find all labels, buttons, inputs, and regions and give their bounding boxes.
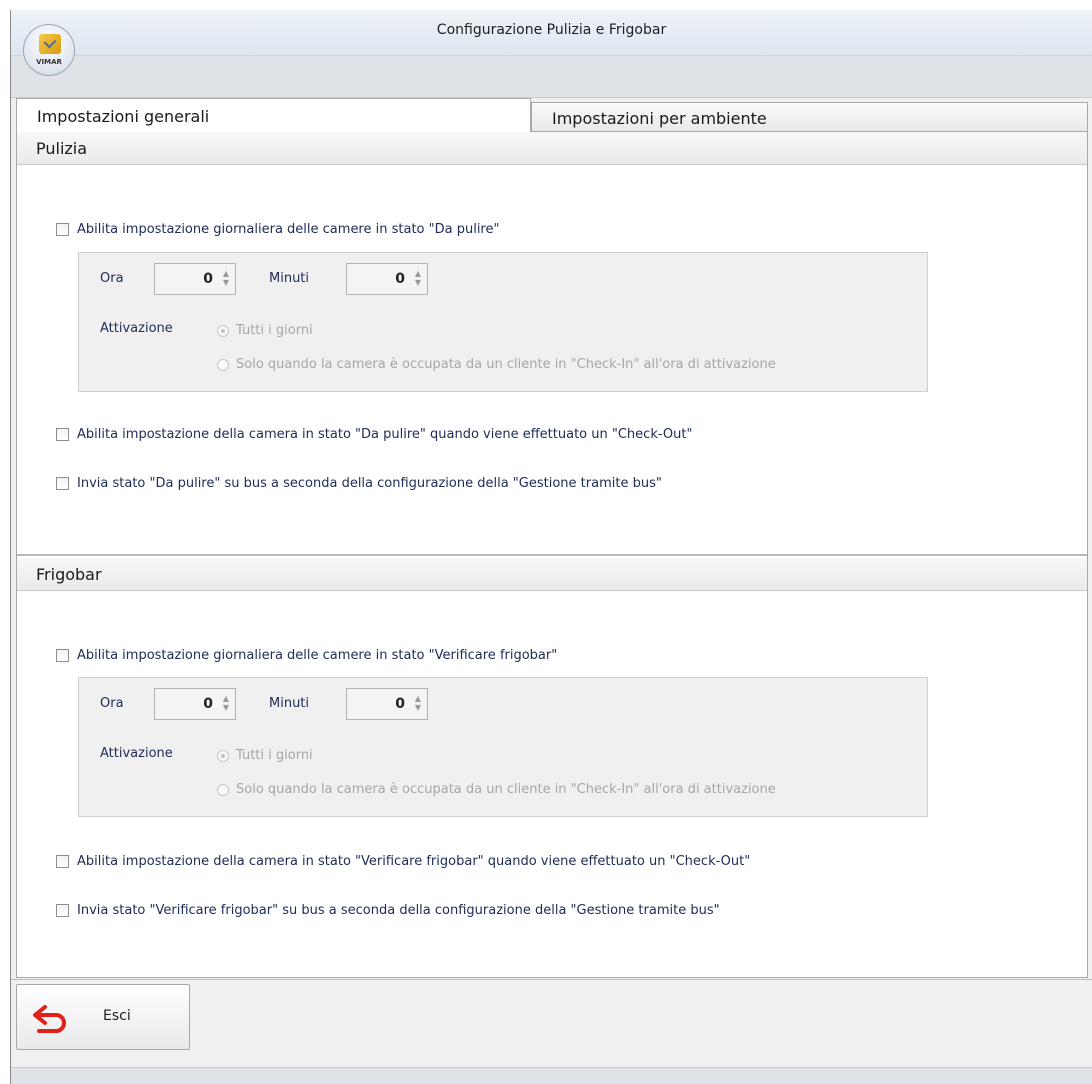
pulizia-header: Pulizia: [17, 132, 1087, 165]
frigobar-attivazione-label: Attivazione: [100, 746, 173, 761]
frigobar-ora-label: Ora: [100, 696, 124, 711]
frigobar-minuti-value: 0: [395, 696, 405, 712]
pulizia-bus-label: Invia stato "Da pulire" su bus a seconda…: [77, 475, 662, 491]
frigobar-daily-checkbox-row[interactable]: Abilita impostazione giornaliera delle c…: [56, 646, 557, 664]
frigobar-bus-checkbox[interactable]: [56, 903, 69, 917]
spinner-arrows-icon[interactable]: ▲ ▼: [221, 694, 231, 714]
main-window: Configurazione Pulizia e Frigobar VIMAR …: [10, 10, 1092, 1084]
return-arrow-icon: [33, 1005, 66, 1033]
frigobar-radio-all-label: Tutti i giorni: [236, 748, 313, 763]
frigobar-bus-label: Invia stato "Verificare frigobar" su bus…: [77, 902, 720, 918]
exit-button-label: Esci: [103, 1008, 131, 1024]
pulizia-checkout-checkbox[interactable]: [56, 427, 69, 441]
frigobar-checkout-checkbox[interactable]: [56, 854, 69, 868]
frigobar-daily-checkbox[interactable]: [56, 648, 69, 662]
pulizia-schedule-panel: Ora 0 ▲ ▼ Minuti 0 ▲ ▼ Attivazione Tutti i…: [78, 252, 928, 392]
radio-unselected-icon[interactable]: [217, 783, 229, 796]
frigobar-daily-label: Abilita impostazione giornaliera delle c…: [77, 647, 558, 663]
spinner-arrows-icon[interactable]: ▲ ▼: [413, 694, 423, 714]
pulizia-section: Pulizia Abilita impostazione giornaliera…: [17, 132, 1087, 556]
frigobar-checkout-label: Abilita impostazione della camera in sta…: [77, 853, 751, 869]
frigobar-radio-all[interactable]: Tutti i giorni: [217, 748, 313, 763]
pulizia-daily-checkbox-row[interactable]: Abilita impostazione giornaliera delle c…: [56, 220, 499, 238]
pulizia-radio-checkin-label: Solo quando la camera è occupata da un c…: [236, 357, 776, 372]
vimar-logo-icon: [39, 34, 61, 54]
pulizia-bus-checkbox[interactable]: [56, 476, 69, 490]
spinner-arrows-icon[interactable]: ▲ ▼: [413, 269, 423, 289]
pulizia-checkout-label: Abilita impostazione della camera in sta…: [77, 426, 693, 442]
frigobar-bus-checkbox-row[interactable]: Invia stato "Verificare frigobar" su bus…: [56, 901, 720, 919]
frigobar-section: Frigobar Abilita impostazione giornalier…: [17, 558, 1087, 977]
window-title: Configurazione Pulizia e Frigobar: [436, 22, 667, 38]
tab-content: Pulizia Abilita impostazione giornaliera…: [16, 131, 1088, 978]
pulizia-minuti-value: 0: [395, 271, 405, 287]
radio-selected-icon[interactable]: [217, 749, 229, 762]
pulizia-ora-value: 0: [203, 271, 213, 287]
frigobar-minuti-label: Minuti: [269, 696, 310, 711]
radio-unselected-icon[interactable]: [217, 358, 229, 371]
frigobar-checkout-checkbox-row[interactable]: Abilita impostazione della camera in sta…: [56, 852, 750, 870]
frigobar-ora-value: 0: [203, 696, 213, 712]
pulizia-radio-checkin[interactable]: Solo quando la camera è occupata da un c…: [217, 357, 776, 372]
pulizia-daily-label: Abilita impostazione giornaliera delle c…: [77, 221, 500, 237]
pulizia-ora-label: Ora: [100, 271, 124, 286]
pulizia-daily-checkbox[interactable]: [56, 222, 69, 236]
tab-strip: Impostazioni generali Impostazioni per a…: [16, 98, 1088, 132]
spinner-arrows-icon[interactable]: ▲ ▼: [221, 269, 231, 289]
ribbon-bar: [11, 56, 1092, 98]
bottom-toolbar: Esci: [11, 979, 1092, 1067]
frigobar-minuti-spinner[interactable]: 0 ▲ ▼: [346, 688, 428, 720]
tab-impostazioni-generali[interactable]: Impostazioni generali: [16, 98, 531, 132]
pulizia-bus-checkbox-row[interactable]: Invia stato "Da pulire" su bus a seconda…: [56, 474, 662, 492]
status-bar: [11, 1067, 1092, 1084]
radio-selected-icon[interactable]: [217, 324, 229, 337]
frigobar-ora-spinner[interactable]: 0 ▲ ▼: [154, 688, 236, 720]
exit-button[interactable]: Esci: [16, 984, 190, 1050]
frigobar-schedule-panel: Ora 0 ▲ ▼ Minuti 0 ▲ ▼ Attivazione Tutti i…: [78, 677, 928, 817]
title-bar: Configurazione Pulizia e Frigobar: [11, 10, 1092, 56]
tab-impostazioni-per-ambiente[interactable]: Impostazioni per ambiente: [531, 102, 1088, 131]
logo-text: VIMAR: [36, 58, 62, 66]
pulizia-ora-spinner[interactable]: 0 ▲ ▼: [154, 263, 236, 295]
pulizia-checkout-checkbox-row[interactable]: Abilita impostazione della camera in sta…: [56, 425, 692, 443]
pulizia-minuti-spinner[interactable]: 0 ▲ ▼: [346, 263, 428, 295]
pulizia-radio-all-label: Tutti i giorni: [236, 323, 313, 338]
app-menu-button[interactable]: VIMAR: [23, 24, 75, 76]
pulizia-radio-all[interactable]: Tutti i giorni: [217, 323, 313, 338]
pulizia-minuti-label: Minuti: [269, 271, 310, 286]
frigobar-radio-checkin[interactable]: Solo quando la camera è occupata da un c…: [217, 782, 776, 797]
frigobar-header: Frigobar: [17, 558, 1087, 591]
pulizia-attivazione-label: Attivazione: [100, 321, 173, 336]
frigobar-radio-checkin-label: Solo quando la camera è occupata da un c…: [236, 782, 776, 797]
